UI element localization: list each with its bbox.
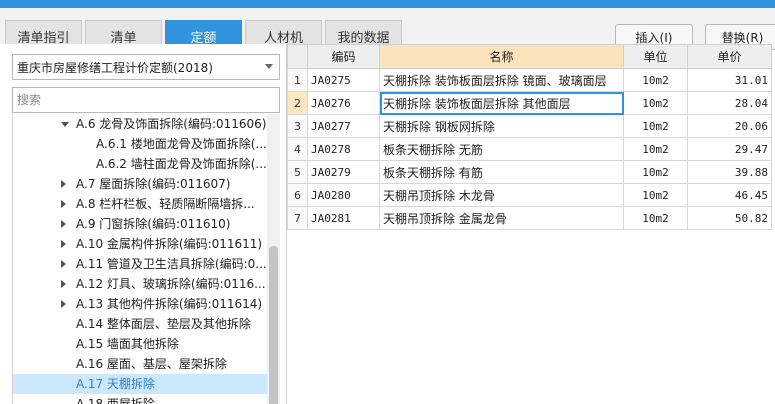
name-cell[interactable]: 板条天棚拆除 有筋 [379,160,624,184]
tree-item-label: A.11 管道及卫生洁具拆除(编码:0... [76,257,267,271]
tree-item[interactable]: A.6.1 楼地面龙骨及饰面拆除(... [13,134,267,154]
tree-item-label: A.8 栏杆栏板、轻质隔断隔墙拆... [76,197,255,211]
code-cell[interactable]: JA0275 [307,68,380,92]
scrollbar-thumb[interactable] [269,246,278,404]
tree-item[interactable]: A.18 西屋拆除 [13,394,267,404]
tree-item-label: A.13 其他构件拆除(编码:011614) [76,297,263,311]
tree-item[interactable]: A.12 灯具、玻璃拆除(编码:0116... [13,274,267,294]
row-number[interactable]: 5 [287,160,308,184]
price-cell[interactable]: 31.01 [687,68,772,92]
row-number-header [287,44,308,69]
tree-item[interactable]: A.15 墙面其他拆除 [13,334,267,354]
expand-down-icon[interactable] [61,122,69,127]
tree-item-label: A.6.1 楼地面龙骨及饰面拆除(... [96,137,267,151]
code-cell[interactable]: JA0280 [307,183,380,207]
tree-item[interactable]: A.13 其他构件拆除(编码:011614) [13,294,267,314]
row-number[interactable]: 6 [287,183,308,207]
unit-cell[interactable]: 10m2 [623,183,688,207]
code-cell[interactable]: JA0278 [307,137,380,161]
column-header-code[interactable]: 编码 [307,44,380,69]
price-cell[interactable]: 28.04 [687,91,772,115]
name-cell[interactable]: 天棚吊顶拆除 木龙骨 [379,183,624,207]
column-header-price[interactable]: 单价 [687,44,772,69]
tree-item[interactable]: A.9 门窗拆除(编码:011610) [13,214,267,234]
expand-right-icon[interactable] [61,240,66,248]
name-cell[interactable]: 天棚吊顶拆除 金属龙骨 [379,206,624,230]
code-cell[interactable]: JA0277 [307,114,380,138]
name-cell[interactable]: 天棚拆除 装饰板面层拆除 其他面层 [379,91,624,115]
table-row[interactable]: 5 JA0279 板条天棚拆除 有筋 10m2 39.88 [287,160,772,184]
unit-cell[interactable]: 10m2 [623,114,688,138]
expand-right-icon[interactable] [61,300,66,308]
code-cell[interactable]: JA0281 [307,206,380,230]
row-number[interactable]: 4 [287,137,308,161]
tree-item-label: A.10 金属构件拆除(编码:011611) [76,237,263,251]
tree-item-label: A.6.2 墙柱面龙骨及饰面拆除(... [96,157,267,171]
tree-item[interactable]: A.17 天棚拆除 [13,374,267,394]
code-cell[interactable]: JA0279 [307,160,380,184]
expand-right-icon[interactable] [61,200,66,208]
tree-item-label: A.18 西屋拆除 [76,397,155,404]
row-number[interactable]: 1 [287,68,308,92]
tree-item-label: A.9 门窗拆除(编码:011610) [76,217,231,231]
table-row[interactable]: 2 JA0276 天棚拆除 装饰板面层拆除 其他面层 10m2 28.04 [287,91,772,115]
column-header-name[interactable]: 名称 [379,44,624,69]
tree-item[interactable]: A.16 屋面、基层、屋架拆除 [13,354,267,374]
tree-item[interactable]: A.14 整体面层、垫层及其他拆除 [13,314,267,334]
table-header-row: 编码 名称 单位 单价 [287,44,772,69]
tree-item-label: A.17 天棚拆除 [76,377,155,391]
search-input[interactable] [17,93,279,107]
tree-item-label: A.12 灯具、玻璃拆除(编码:0116... [76,277,266,291]
name-cell[interactable]: 天棚拆除 装饰板面层拆除 镜面、玻璃面层 [379,68,624,92]
tree-item-label: A.7 屋面拆除(编码:011607) [76,177,231,191]
tree-item-label: A.14 整体面层、垫层及其他拆除 [76,317,251,331]
tree-item-label: A.15 墙面其他拆除 [76,337,179,351]
unit-cell[interactable]: 10m2 [623,137,688,161]
table-row[interactable]: 4 JA0278 板条天棚拆除 无筋 10m2 29.47 [287,137,772,161]
quota-library-value: 重庆市房屋修缮工程计价定额(2018) [17,60,213,75]
row-number[interactable]: 7 [287,206,308,230]
unit-cell[interactable]: 10m2 [623,91,688,115]
column-header-unit[interactable]: 单位 [623,44,688,69]
price-cell[interactable]: 46.45 [687,183,772,207]
tree-item[interactable]: A.7 屋面拆除(编码:011607) [13,174,267,194]
expand-right-icon[interactable] [61,260,66,268]
tree-item[interactable]: A.10 金属构件拆除(编码:011611) [13,234,267,254]
search-field[interactable] [12,87,280,113]
unit-cell[interactable]: 10m2 [623,68,688,92]
tree-item-label: A.16 屋面、基层、屋架拆除 [76,357,227,371]
name-cell[interactable]: 天棚拆除 钢板网拆除 [379,114,624,138]
tree-item[interactable]: A.6 龙骨及饰面拆除(编码:011606) [13,114,267,134]
expand-right-icon[interactable] [61,220,66,228]
unit-cell[interactable]: 10m2 [623,160,688,184]
tree-item-label: A.6 龙骨及饰面拆除(编码:011606) [76,117,267,131]
code-cell[interactable]: JA0276 [307,91,380,115]
table-row[interactable]: 7 JA0281 天棚吊顶拆除 金属龙骨 10m2 50.82 [287,206,772,230]
tree-item[interactable]: A.8 栏杆栏板、轻质隔断隔墙拆... [13,194,267,214]
table-row[interactable]: 6 JA0280 天棚吊顶拆除 木龙骨 10m2 46.45 [287,183,772,207]
expand-right-icon[interactable] [61,180,66,188]
row-number[interactable]: 3 [287,114,308,138]
unit-cell[interactable]: 10m2 [623,206,688,230]
price-cell[interactable]: 50.82 [687,206,772,230]
tree-scrollbar[interactable] [267,114,280,404]
price-cell[interactable]: 29.47 [687,137,772,161]
price-cell[interactable]: 20.06 [687,114,772,138]
chevron-down-icon [265,64,273,69]
window-title-bar [0,0,775,8]
row-number[interactable]: 2 [287,91,308,115]
expand-right-icon[interactable] [61,280,66,288]
table-row[interactable]: 3 JA0277 天棚拆除 钢板网拆除 10m2 20.06 [287,114,772,138]
table-row[interactable]: 1 JA0275 天棚拆除 装饰板面层拆除 镜面、玻璃面层 10m2 31.01 [287,68,772,92]
tree-item[interactable]: A.6.2 墙柱面龙骨及饰面拆除(... [13,154,267,174]
tree-item[interactable]: A.11 管道及卫生洁具拆除(编码:0... [13,254,267,274]
quota-grid: 编码 名称 单位 单价 1 JA0275 天棚拆除 装饰板面层拆除 镜面、玻璃面层 1… [287,44,775,230]
price-cell[interactable]: 39.88 [687,160,772,184]
quota-tree-panel: 重庆市房屋修缮工程计价定额(2018) A.6 龙骨及饰面拆除(编码:01160… [0,44,287,404]
name-cell[interactable]: 板条天棚拆除 无筋 [379,137,624,161]
tab-bar: 清单指引 清单 定额 人材机 我的数据 插入(I) 替换(R) [0,8,775,52]
chapter-tree: A.6 龙骨及饰面拆除(编码:011606) A.6.1 楼地面龙骨及饰面拆除(.… [12,114,267,404]
quota-library-select[interactable]: 重庆市房屋修缮工程计价定额(2018) [12,54,280,80]
